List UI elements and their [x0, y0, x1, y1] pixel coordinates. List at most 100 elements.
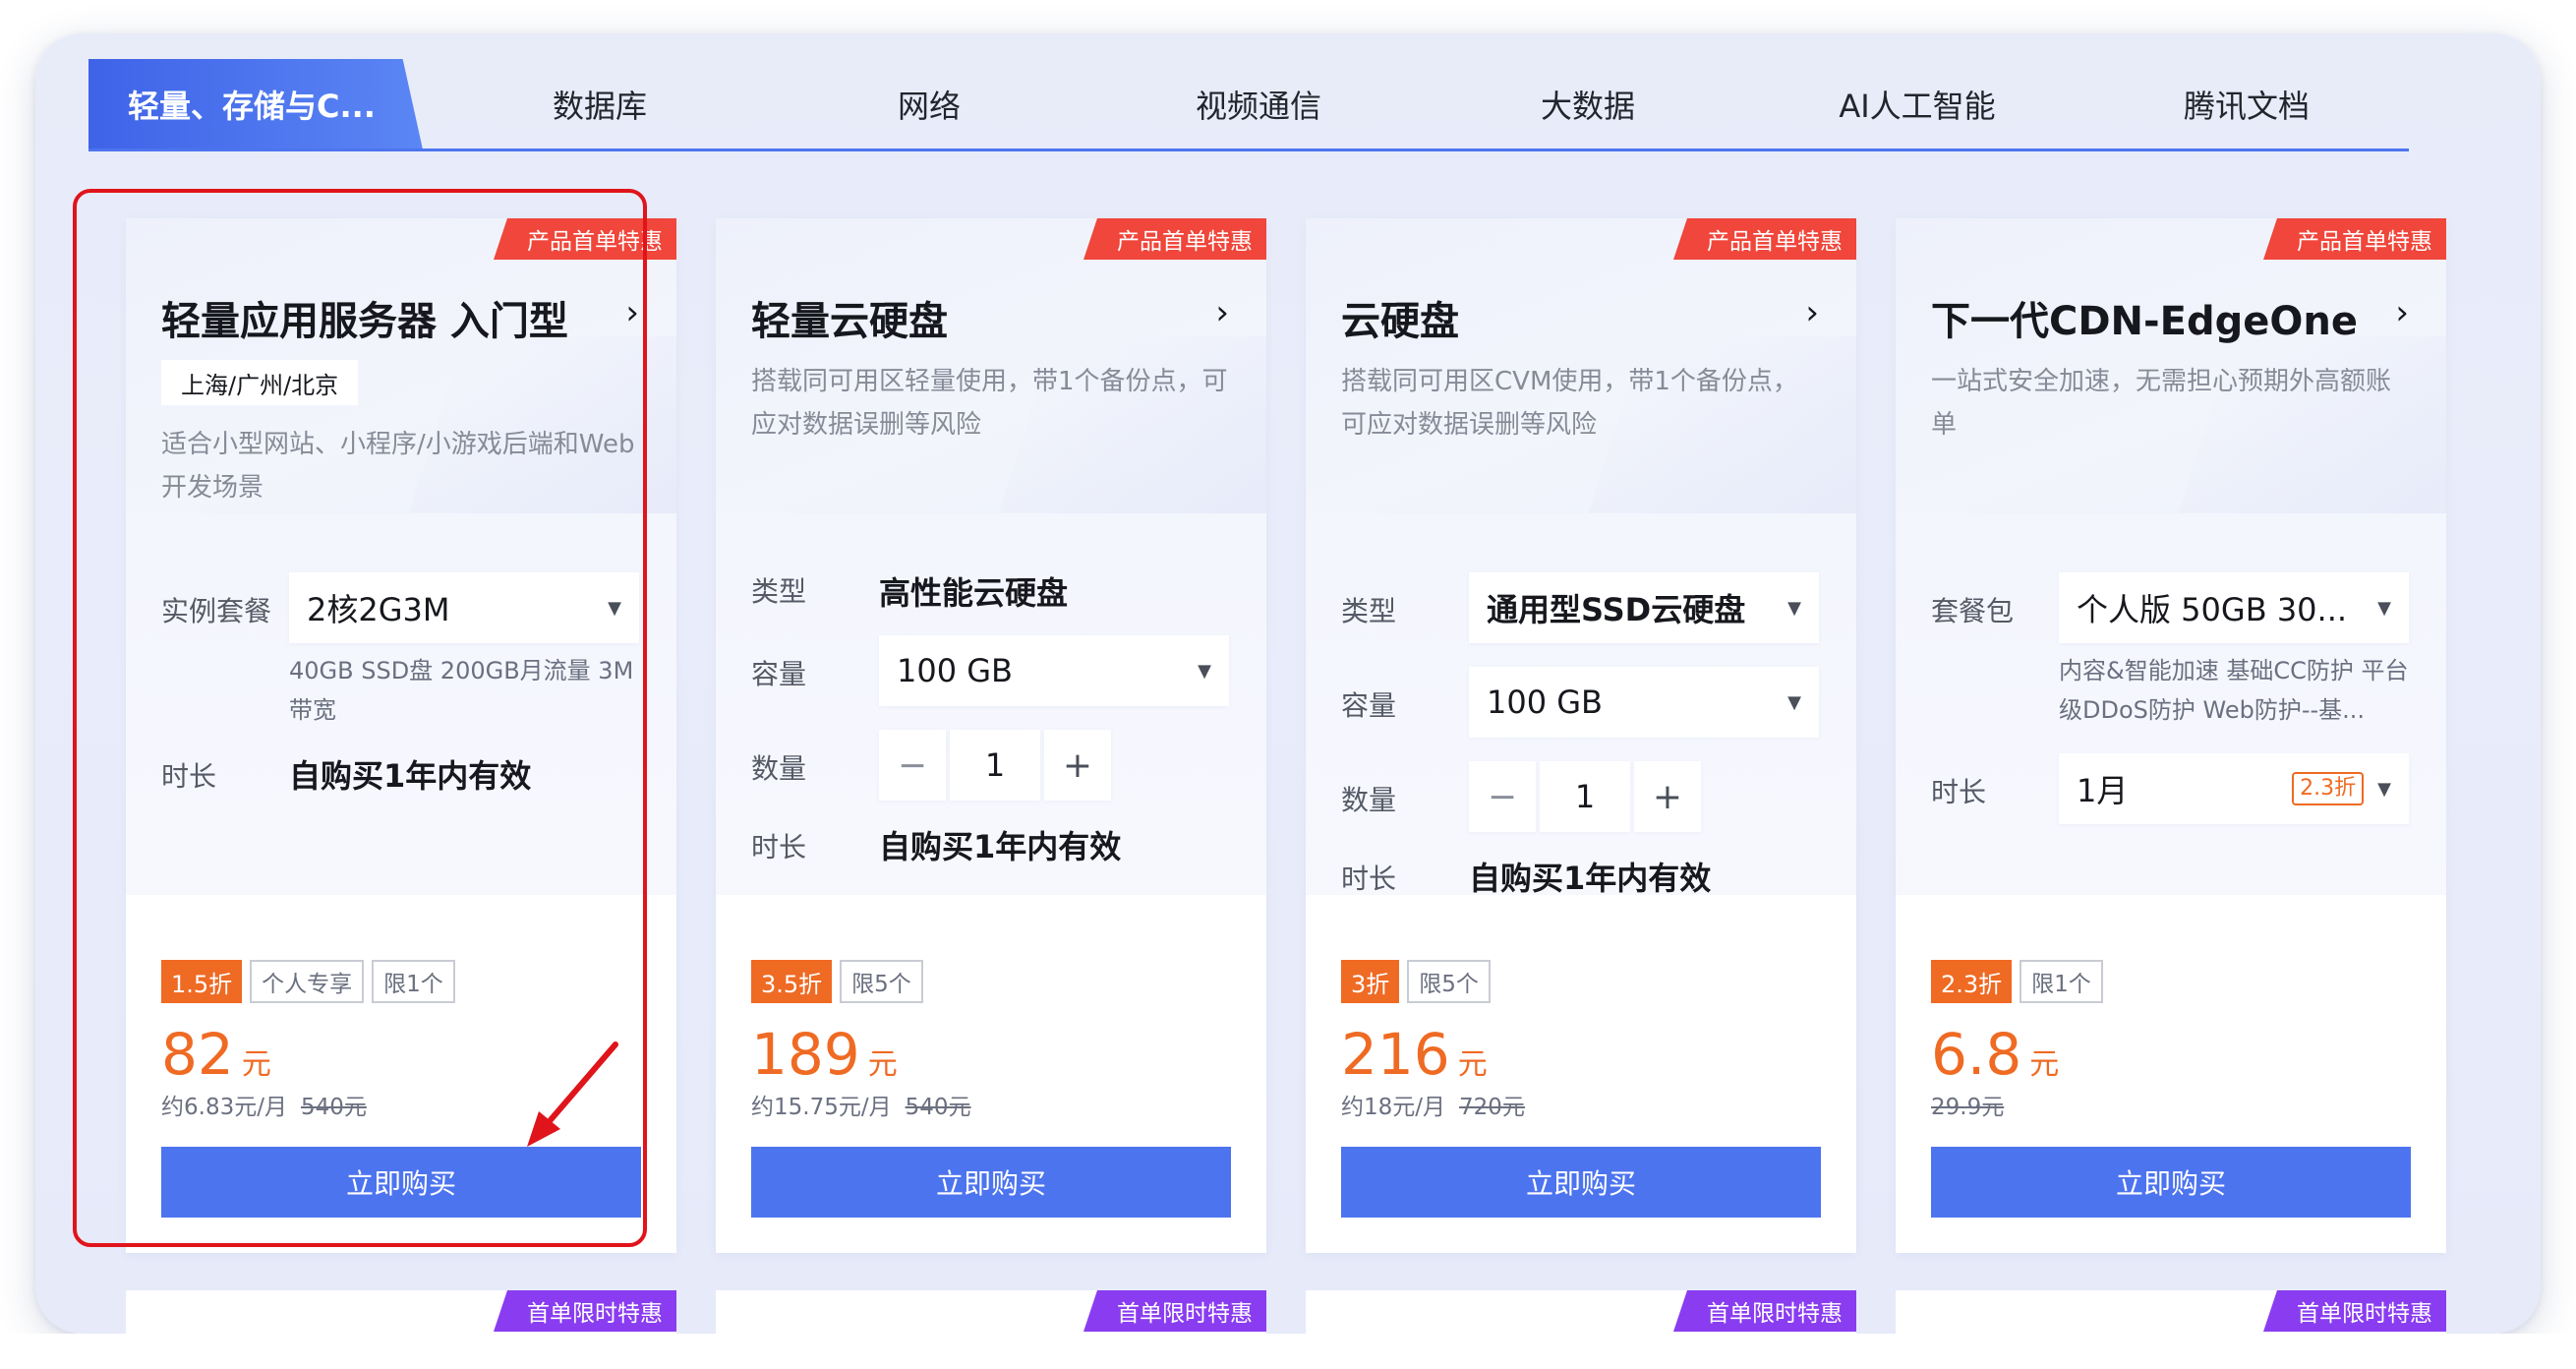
category-tabs: 轻量、存储与C... 数据库 网络 视频通信 大数据 AI人工智能 腾讯文档 [88, 59, 2409, 149]
limit-badge: 限5个 [840, 960, 923, 1003]
product-card-edgeone: 产品首单特惠 下一代CDN-EdgeOne › 一站式安全加速，无需担心预期外高… [1896, 218, 2446, 1253]
duration-select[interactable]: 1月 2.3折 ▼ [2059, 753, 2409, 824]
plus-icon[interactable]: + [1634, 761, 1701, 832]
duration-label: 时长 [751, 831, 807, 863]
caret-down-icon: ▼ [2377, 597, 2391, 619]
product-card-lighthouse: 产品首单特惠 轻量应用服务器 入门型 › 上海/广州/北京 适合小型网站、小程序… [126, 218, 676, 1253]
card-title[interactable]: 轻量应用服务器 入门型 [161, 289, 568, 346]
limit-badge: 限1个 [372, 960, 455, 1003]
type-select[interactable]: 通用型SSD云硬盘 ▼ [1469, 572, 1819, 643]
tab-network[interactable]: 网络 [772, 59, 1086, 149]
tab-video[interactable]: 视频通信 [1101, 59, 1416, 149]
tabs-underline [88, 149, 2409, 151]
type-label: 类型 [1341, 595, 1397, 627]
price-value: 189 [751, 1021, 860, 1088]
card-description: 搭载同可用区轻量使用，带1个备份点，可应对数据误删等风险 [751, 367, 1228, 440]
caret-down-icon: ▼ [608, 597, 621, 619]
product-card-lighthouse-disk: 产品首单特惠 轻量云硬盘 › 搭载同可用区轻量使用，带1个备份点，可应对数据误删… [716, 218, 1266, 1253]
price: 6.8 元 [1931, 1021, 2059, 1088]
duration-value: 自购买1年内有效 [879, 828, 1122, 865]
badge-row: 3折 限5个 [1341, 960, 1491, 1003]
duration-value: 自购买1年内有效 [1469, 860, 1712, 897]
plus-icon[interactable]: + [1044, 730, 1111, 801]
quantity-value[interactable]: 1 [1540, 761, 1630, 832]
tab-label: 轻量、存储与C... [128, 88, 376, 125]
capacity-label: 容量 [751, 658, 807, 690]
card-description: 一站式安全加速，无需担心预期外高额账单 [1931, 367, 2392, 440]
capacity-select[interactable]: 100 GB ▼ [1469, 667, 1819, 738]
tab-label: AI人工智能 [1839, 88, 1996, 125]
caret-down-icon: ▼ [2377, 778, 2391, 800]
buy-now-button[interactable]: 立即购买 [751, 1147, 1231, 1218]
duration-discount-badge: 2.3折 [2292, 772, 2365, 805]
quantity-label: 数量 [1341, 784, 1397, 816]
duration-value: 1月 [2077, 772, 2129, 809]
discount-badge: 2.3折 [1931, 960, 2013, 1003]
chevron-right-icon[interactable]: › [1805, 293, 1819, 332]
monthly-price: 约6.83元/月 [161, 1095, 287, 1120]
tab-tencent-docs[interactable]: 腾讯文档 [2089, 59, 2404, 149]
chevron-right-icon[interactable]: › [625, 293, 639, 332]
original-price: 540元 [905, 1095, 971, 1120]
tag-badge: 个人专享 [250, 960, 365, 1003]
promo-ribbon: 首单限时特惠 [1083, 1290, 1266, 1332]
frame-bottom-mask [0, 1334, 2576, 1369]
price-value: 216 [1341, 1021, 1450, 1088]
promo-ribbon: 产品首单特惠 [1083, 218, 1266, 260]
capacity-select[interactable]: 100 GB ▼ [879, 635, 1229, 706]
price-unit: 元 [1457, 1047, 1488, 1082]
package-label: 套餐包 [1931, 595, 2015, 627]
card-title[interactable]: 下一代CDN-EdgeOne [1931, 289, 2358, 346]
capacity-value: 100 GB [1487, 684, 1603, 721]
package-select[interactable]: 个人版 50GB 30... ▼ [2059, 572, 2409, 643]
sub-price: 约18元/月 720元 [1341, 1088, 1525, 1121]
package-label: 实例套餐 [161, 595, 272, 627]
package-select[interactable]: 2核2G3M ▼ [289, 572, 639, 643]
tab-lighthouse-storage[interactable]: 轻量、存储与C... [88, 59, 423, 149]
duration-label: 时长 [1341, 863, 1397, 895]
tab-bigdata[interactable]: 大数据 [1431, 59, 1745, 149]
limit-badge: 限5个 [1407, 960, 1491, 1003]
monthly-price: 约18元/月 [1341, 1095, 1446, 1120]
tab-database[interactable]: 数据库 [442, 59, 757, 149]
package-hint: 内容&智能加速 基础CC防护 平台级DDoS防护 Web防护--基... [2059, 657, 2409, 724]
tab-ai[interactable]: AI人工智能 [1760, 59, 2075, 149]
tab-label: 数据库 [552, 88, 647, 125]
buy-now-button[interactable]: 立即购买 [1341, 1147, 1821, 1218]
card-title[interactable]: 轻量云硬盘 [751, 289, 948, 346]
caret-down-icon: ▼ [1787, 691, 1801, 713]
duration-value: 自购买1年内有效 [289, 757, 532, 795]
price-value: 82 [161, 1021, 234, 1088]
limit-badge: 限1个 [2020, 960, 2103, 1003]
badge-row: 1.5折 个人专享 限1个 [161, 960, 455, 1003]
region-tag: 上海/广州/北京 [161, 360, 359, 405]
minus-icon[interactable]: − [1469, 761, 1536, 832]
price-unit: 元 [241, 1047, 271, 1082]
product-card-cloud-disk: 产品首单特惠 云硬盘 › 搭载同可用区CVM使用，带1个备份点，可应对数据误删等… [1306, 218, 1856, 1253]
original-price: 720元 [1459, 1095, 1525, 1120]
quantity-stepper: − 1 + [879, 730, 1111, 801]
card-description: 搭载同可用区CVM使用，带1个备份点，可应对数据误删等风险 [1341, 367, 1798, 440]
promo-ribbon: 首单限时特惠 [2263, 1290, 2446, 1332]
chevron-right-icon[interactable]: › [1215, 293, 1229, 332]
price: 189 元 [751, 1021, 898, 1088]
package-value: 个人版 50GB 30... [2077, 591, 2348, 628]
chevron-right-icon[interactable]: › [2395, 293, 2409, 332]
discount-badge: 3.5折 [751, 960, 833, 1003]
card-title[interactable]: 云硬盘 [1341, 289, 1459, 346]
sub-price: 约6.83元/月 540元 [161, 1088, 367, 1121]
discount-badge: 3折 [1341, 960, 1400, 1003]
original-price: 29.9元 [1931, 1095, 2005, 1120]
duration-label: 时长 [161, 760, 217, 793]
quantity-stepper: − 1 + [1469, 761, 1701, 832]
minus-icon[interactable]: − [879, 730, 946, 801]
duration-label: 时长 [1931, 776, 1987, 808]
promo-ribbon: 首单限时特惠 [494, 1290, 676, 1332]
monthly-price: 约15.75元/月 [751, 1095, 892, 1120]
promo-ribbon: 产品首单特惠 [1673, 218, 1856, 260]
quantity-value[interactable]: 1 [950, 730, 1040, 801]
buy-now-button[interactable]: 立即购买 [161, 1147, 641, 1218]
quantity-label: 数量 [751, 752, 807, 785]
buy-now-button[interactable]: 立即购买 [1931, 1147, 2411, 1218]
tab-label: 视频通信 [1195, 88, 1321, 125]
